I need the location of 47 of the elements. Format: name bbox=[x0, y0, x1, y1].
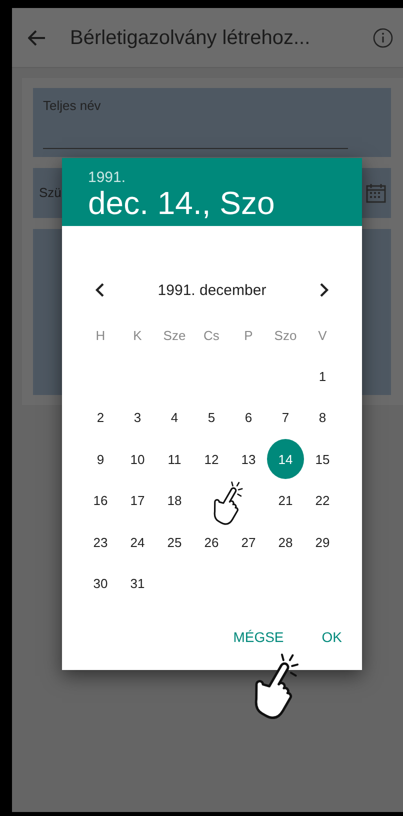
day-button[interactable]: 4 bbox=[158, 402, 190, 434]
weekday-label: P bbox=[244, 328, 253, 343]
month-title: 1991. december bbox=[158, 281, 266, 301]
day-button[interactable]: 21 bbox=[270, 484, 302, 517]
day-button[interactable]: 13 bbox=[232, 443, 264, 476]
day-button[interactable]: 9 bbox=[84, 443, 116, 476]
day-button[interactable]: 6 bbox=[232, 402, 264, 434]
day-button[interactable]: 3 bbox=[122, 402, 154, 434]
day-button[interactable]: 23 bbox=[84, 526, 116, 558]
day-button[interactable]: 7 bbox=[270, 402, 302, 434]
cancel-button[interactable]: MÉGSE bbox=[233, 628, 284, 646]
calendar-icon[interactable] bbox=[365, 182, 387, 204]
ok-button[interactable]: OK bbox=[322, 628, 342, 646]
day-button[interactable]: 1 bbox=[306, 360, 338, 393]
weekday-label: H bbox=[96, 328, 106, 343]
day-button[interactable]: 15 bbox=[306, 443, 338, 476]
weekday-label: K bbox=[133, 328, 142, 343]
day-button[interactable]: 24 bbox=[122, 526, 154, 558]
day-button[interactable]: 11 bbox=[158, 443, 190, 476]
chevron-left-icon bbox=[95, 283, 105, 297]
day-button[interactable]: 30 bbox=[84, 568, 116, 600]
info-icon[interactable] bbox=[373, 28, 393, 48]
day-button[interactable]: 17 bbox=[122, 484, 154, 517]
weekday-label: Cs bbox=[204, 328, 220, 343]
weekday-label: Szo bbox=[274, 328, 297, 343]
day-button[interactable]: 18 bbox=[158, 484, 190, 517]
day-button[interactable]: 22 bbox=[306, 484, 338, 517]
back-icon[interactable] bbox=[28, 30, 46, 46]
selected-day[interactable]: 14 bbox=[267, 439, 304, 480]
page-title: Bérletigazolvány létrehoz... bbox=[70, 26, 312, 50]
day-button[interactable]: 29 bbox=[306, 526, 338, 558]
day-button[interactable]: 26 bbox=[196, 526, 228, 558]
day-button[interactable]: 16 bbox=[84, 484, 116, 517]
day-button[interactable]: 28 bbox=[270, 526, 302, 558]
weekday-label: V bbox=[318, 328, 327, 343]
day-button[interactable]: 27 bbox=[232, 526, 264, 558]
tapping-hand-icon bbox=[212, 479, 245, 526]
day-button[interactable]: 12 bbox=[196, 443, 228, 476]
day-button[interactable]: 31 bbox=[122, 568, 154, 600]
weekday-label: Sze bbox=[163, 328, 186, 343]
selected-date: dec. 14., Szo bbox=[88, 186, 276, 220]
day-button[interactable]: 5 bbox=[196, 402, 228, 434]
chevron-right-icon bbox=[319, 283, 329, 297]
day-button[interactable]: 2 bbox=[84, 402, 116, 434]
day-button[interactable]: 8 bbox=[306, 402, 338, 434]
day-button[interactable]: 10 bbox=[122, 443, 154, 476]
day-button[interactable]: 25 bbox=[158, 526, 190, 558]
